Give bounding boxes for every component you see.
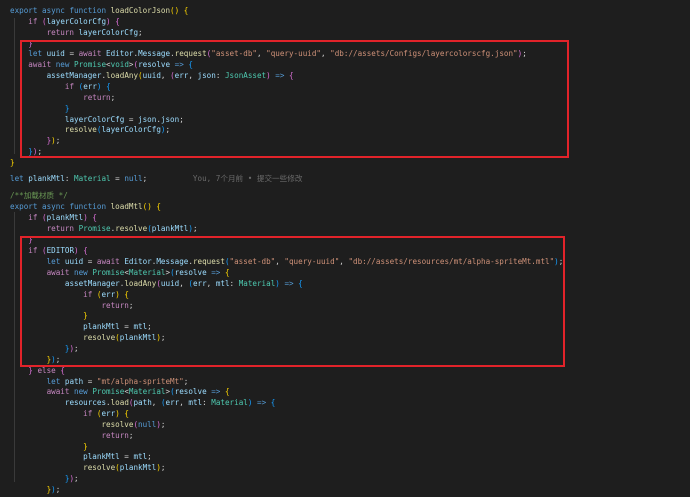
highlight-box-2 — [20, 236, 565, 367]
code-line[interactable]: plankMtl = mtl; — [10, 451, 152, 462]
code-line[interactable]: } — [10, 157, 15, 168]
code-line[interactable]: export async function loadMtl() { — [10, 201, 161, 212]
code-line[interactable]: return Promise.resolve(plankMtl); — [10, 223, 198, 234]
code-line[interactable]: resources.load(path, (err, mtl: Material… — [10, 397, 275, 408]
git-blame-annotation: You, 7个月前 • 提交一些修改 — [192, 174, 303, 183]
code-editor[interactable]: export async function loadColorJson() { … — [0, 0, 690, 497]
code-line[interactable]: await new Promise<Material>(resolve => { — [10, 386, 230, 397]
code-line[interactable]: resolve(null); — [10, 419, 165, 430]
code-line[interactable]: let plankMtl: Material = null; You, 7个月前… — [10, 173, 302, 184]
code-line[interactable]: if (layerColorCfg) { — [10, 16, 119, 27]
code-line[interactable]: }); — [10, 473, 79, 484]
code-line[interactable]: resolve(plankMtl); — [10, 462, 165, 473]
highlight-box-1 — [20, 40, 569, 158]
code-line[interactable]: if (err) { — [10, 408, 129, 419]
code-line[interactable]: export async function loadColorJson() { — [10, 5, 188, 16]
code-line[interactable]: }); — [10, 484, 61, 495]
code-line[interactable]: return; — [10, 430, 133, 441]
code-line[interactable]: /**加载材质 */ — [10, 190, 68, 201]
code-line[interactable]: if (plankMtl) { — [10, 212, 97, 223]
code-line[interactable]: return layerColorCfg; — [10, 27, 143, 38]
